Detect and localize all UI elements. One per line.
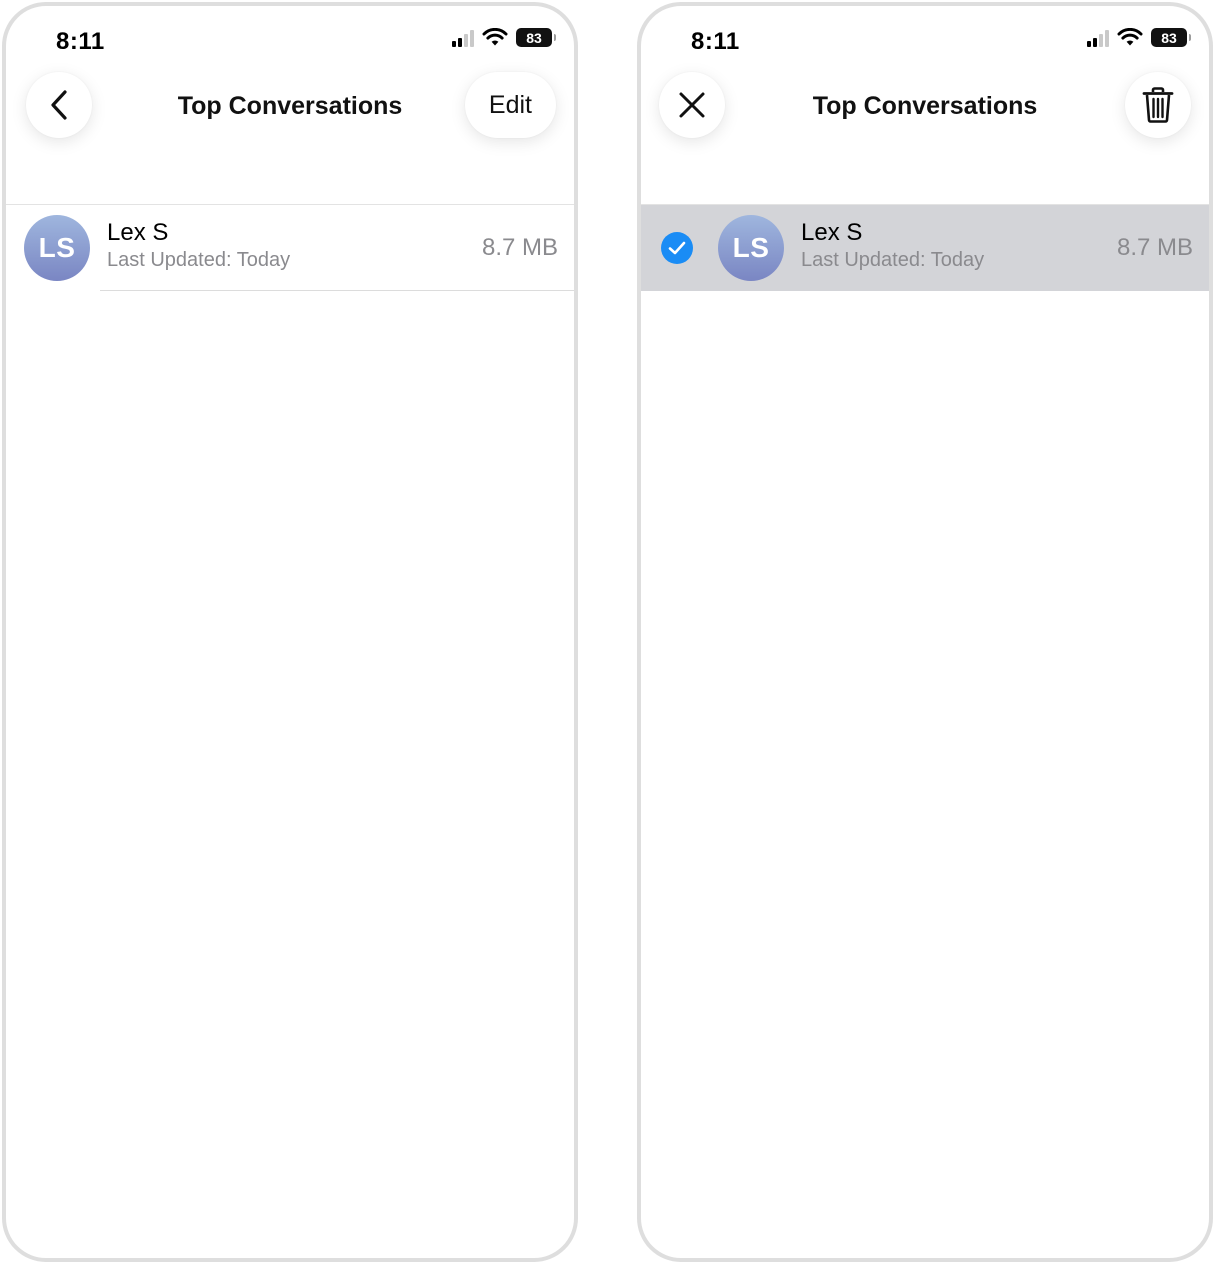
battery-level: 83 xyxy=(1161,29,1177,46)
navigation-bar: Top Conversations xyxy=(641,72,1209,142)
wifi-icon xyxy=(1117,28,1143,46)
row-divider xyxy=(100,290,574,291)
status-icons: 83 xyxy=(1087,28,1191,47)
page-title: Top Conversations xyxy=(812,92,1038,120)
conversation-last-updated: Last Updated: Today xyxy=(801,249,985,271)
battery-icon: 83 xyxy=(516,28,556,47)
wifi-icon xyxy=(482,28,508,46)
cellular-signal-icon xyxy=(1087,29,1109,47)
conversation-name: Lex S xyxy=(801,219,863,246)
conversation-size: 8.7 MB xyxy=(481,234,558,261)
conversation-name: Lex S xyxy=(107,219,169,246)
status-bar: 8:11 83 xyxy=(641,6,1209,76)
checkmark-icon xyxy=(668,241,686,255)
avatar: LS xyxy=(718,215,784,281)
phone-screen-normal: 8:11 83 Top Conversations Edit LS Lex S … xyxy=(2,2,578,1262)
conversation-last-updated: Last Updated: Today xyxy=(107,249,291,271)
conversation-row-selected[interactable]: LS Lex S Last Updated: Today 8.7 MB xyxy=(641,205,1209,291)
edit-button[interactable]: Edit xyxy=(464,72,556,138)
phone-screen-edit-mode: 8:11 83 Top Conversations LS Lex S Last … xyxy=(637,2,1213,1262)
battery-icon: 83 xyxy=(1151,28,1191,47)
battery-level: 83 xyxy=(526,29,542,46)
delete-button[interactable] xyxy=(1125,72,1191,138)
conversation-size: 8.7 MB xyxy=(1116,234,1193,261)
status-icons: 83 xyxy=(452,28,556,47)
trash-icon xyxy=(1142,87,1174,123)
conversation-row[interactable]: LS Lex S Last Updated: Today 8.7 MB xyxy=(6,205,574,291)
selection-checkbox[interactable] xyxy=(661,232,693,264)
status-time: 8:11 xyxy=(691,28,740,55)
navigation-bar: Top Conversations Edit xyxy=(6,72,574,142)
status-time: 8:11 xyxy=(56,28,105,55)
status-bar: 8:11 83 xyxy=(6,6,574,76)
cellular-signal-icon xyxy=(452,29,474,47)
avatar: LS xyxy=(24,215,90,281)
